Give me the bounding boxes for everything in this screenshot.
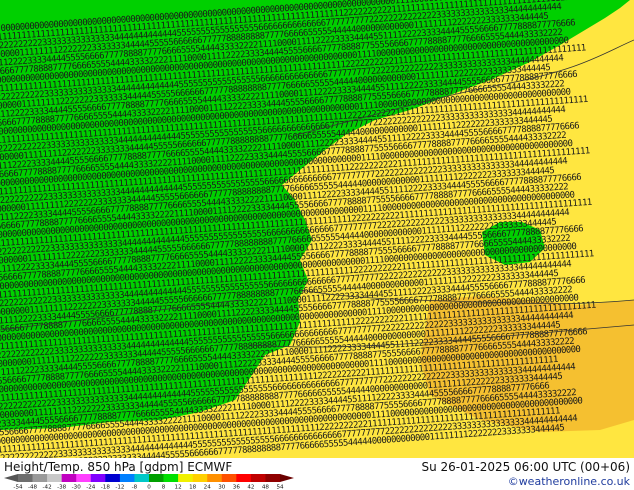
scale-left-arrow bbox=[4, 474, 18, 482]
scale-tick-label: 18 bbox=[189, 485, 197, 490]
scale-tick-label: -54 bbox=[13, 485, 23, 490]
scale-right-arrow bbox=[280, 474, 294, 482]
scale-swatch bbox=[32, 474, 48, 482]
scale-tick-label: -38 bbox=[57, 485, 67, 490]
scale-tick-label: 42 bbox=[247, 485, 254, 490]
scale-tick-label: -12 bbox=[115, 485, 124, 490]
scale-tick-label: 12 bbox=[175, 485, 182, 490]
map-title: Height/Temp. 850 hPa [gdpm] ECMWF bbox=[4, 460, 233, 474]
scale-tick-label: 54 bbox=[276, 485, 284, 490]
weather-map: 0000000000000000000000000000000000000000… bbox=[0, 0, 634, 458]
scale-swatch bbox=[119, 474, 135, 482]
credit-link[interactable]: ©weatheronline.co.uk bbox=[508, 475, 630, 488]
valid-time: Su 26-01-2025 06:00 UTC (00+06) bbox=[421, 460, 630, 474]
scale-swatch bbox=[47, 474, 62, 482]
scale-swatch bbox=[134, 474, 150, 482]
scale-tick-label: 36 bbox=[233, 485, 241, 490]
scale-swatch bbox=[90, 474, 106, 482]
scale-tick-label: -42 bbox=[43, 485, 52, 490]
scale-swatch bbox=[192, 474, 208, 482]
scale-swatch bbox=[149, 474, 164, 482]
scale-swatch bbox=[178, 474, 193, 482]
scale-tick-label: 48 bbox=[262, 485, 270, 490]
scale-tick-label: 30 bbox=[218, 485, 226, 490]
scale-swatch bbox=[18, 474, 33, 482]
scale-swatch bbox=[221, 474, 237, 482]
scale-tick-label: -30 bbox=[72, 485, 82, 490]
scale-tick-label: -8 bbox=[132, 485, 138, 490]
scale-tick-label: -48 bbox=[28, 485, 38, 490]
scale-tick-label: 0 bbox=[147, 485, 151, 490]
scale-tick-label: 8 bbox=[162, 485, 166, 490]
color-scale-legend: -54 -48 -42 -38 -30 -24 -18 -12 -8 0 8 12 18 24 30 36 42… bbox=[4, 474, 294, 490]
scale-swatch bbox=[207, 474, 223, 482]
footer-bar: Height/Temp. 850 hPa [gdpm] ECMWF Su 26-… bbox=[0, 458, 634, 490]
scale-swatch bbox=[163, 474, 179, 482]
scale-swatch bbox=[265, 474, 281, 482]
scale-swatch bbox=[76, 474, 92, 482]
scale-swatch bbox=[236, 474, 252, 482]
scale-tick-label: 24 bbox=[204, 485, 212, 490]
digit-field: 0000000000000000000000000000000000000000… bbox=[0, 0, 607, 458]
scale-swatch bbox=[105, 474, 121, 482]
scale-tick-label: -24 bbox=[86, 485, 96, 490]
scale-tick-label: -18 bbox=[101, 485, 111, 490]
scale-swatch bbox=[250, 474, 266, 482]
scale-swatch bbox=[61, 474, 77, 482]
